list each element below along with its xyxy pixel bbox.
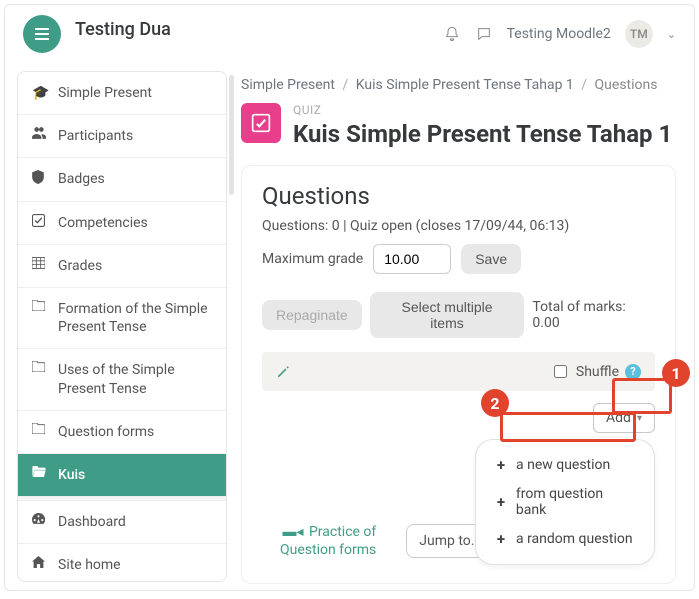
caret-down-icon: ▾ (637, 413, 642, 424)
sidebar-item-label: Uses of the Simple Present Tense (58, 361, 212, 397)
users-icon (32, 127, 48, 139)
drawer-splitter[interactable] (227, 63, 235, 590)
sidebar-item-label: Participants (58, 127, 212, 145)
user-name[interactable]: Testing Moodle2 (507, 26, 611, 42)
quiz-meta: Questions: 0 | Quiz open (closes 17/09/4… (262, 218, 655, 234)
avatar[interactable]: TM (625, 20, 653, 48)
folder-open-icon (32, 466, 48, 477)
sidebar-item-label: Competencies (58, 214, 212, 232)
breadcrumb-current: Questions (595, 77, 658, 93)
sidebar-item-grades[interactable]: Grades (18, 245, 226, 288)
site-name: Testing Dua (75, 19, 171, 40)
sidebar-item-label: Badges (58, 170, 212, 188)
questions-panel: Questions Questions: 0 | Quiz open (clos… (241, 165, 676, 584)
badge-icon (32, 170, 48, 184)
breadcrumb-link[interactable]: Kuis Simple Present Tense Tahap 1 (356, 77, 574, 93)
sidebar-item-label: Formation of the Simple Present Tense (58, 300, 212, 336)
pencil-icon (276, 365, 290, 379)
dd-label: from question bank (516, 486, 636, 518)
sidebar-item-topic[interactable]: Formation of the Simple Present Tense (18, 288, 226, 349)
graduation-cap-icon: 🎓 (32, 84, 48, 102)
add-button-label: Add (606, 410, 631, 426)
user-menu-caret[interactable]: ⌄ (667, 28, 676, 41)
sidebar-item-label: Grades (58, 257, 212, 275)
help-icon[interactable]: ? (625, 364, 641, 380)
total-marks: Total of marks: 0.00 (532, 299, 655, 331)
repaginate-button[interactable]: Repaginate (262, 300, 362, 330)
select-multiple-button[interactable]: Select multiple items (370, 292, 525, 338)
home-icon (32, 556, 48, 568)
panel-heading: Questions (262, 182, 655, 210)
notifications-button[interactable] (443, 25, 461, 43)
hamburger-menu-button[interactable] (23, 15, 61, 53)
page-title: Kuis Simple Present Tense Tahap 1 (293, 119, 672, 149)
jump-label: Jump to... (419, 533, 482, 549)
sidebar-item-label: Dashboard (58, 513, 212, 531)
sidebar: 🎓 Simple Present Participants Badges Comp… (17, 71, 227, 582)
add-new-question-item[interactable]: + a new question (492, 450, 638, 480)
breadcrumb-link[interactable]: Simple Present (241, 77, 335, 93)
sidebar-item-label: Site home (58, 556, 212, 574)
sidebar-item-sitehome[interactable]: Site home (18, 544, 226, 582)
dd-label: a random question (516, 531, 633, 547)
save-button[interactable]: Save (461, 244, 521, 274)
sidebar-item-label: Question forms (58, 423, 212, 441)
sidebar-item-competencies[interactable]: Competencies (18, 202, 226, 245)
sidebar-item-dashboard[interactable]: Dashboard (18, 501, 226, 544)
folder-icon (32, 423, 48, 434)
add-random-question-item[interactable]: + a random question (492, 524, 638, 554)
prev-line2: Question forms (280, 542, 376, 558)
plus-icon: + (494, 493, 508, 511)
plus-icon: + (494, 456, 508, 474)
check-icon (32, 214, 48, 227)
quiz-icon (241, 103, 281, 143)
sidebar-item-participants[interactable]: Participants (18, 115, 226, 158)
sidebar-item-label: Simple Present (58, 84, 212, 102)
add-button[interactable]: Add ▾ (593, 403, 655, 433)
folder-icon (32, 300, 48, 311)
hamburger-icon (35, 28, 49, 40)
module-type-label: QUIZ (293, 103, 672, 117)
shuffle-checkbox[interactable] (554, 365, 567, 378)
sidebar-item-badges[interactable]: Badges (18, 158, 226, 201)
bell-icon (444, 26, 460, 42)
grid-icon (32, 257, 48, 269)
messages-button[interactable] (475, 25, 493, 43)
prev-line1: Practice of (309, 524, 376, 540)
dashboard-icon (32, 513, 48, 525)
add-from-bank-item[interactable]: + from question bank (492, 480, 638, 524)
sidebar-item-label: Kuis (58, 466, 212, 484)
sidebar-item-course[interactable]: 🎓 Simple Present (18, 72, 226, 115)
breadcrumb: Simple Present / Kuis Simple Present Ten… (241, 77, 676, 93)
sidebar-item-kuis[interactable]: Kuis (18, 454, 226, 497)
arrow-left-icon: ▬◂ (282, 524, 303, 540)
edit-page-button[interactable] (276, 365, 290, 379)
add-dropdown: + a new question + from question bank + a r… (475, 439, 655, 565)
maxgrade-label: Maximum grade (262, 251, 363, 267)
shuffle-label: Shuffle (576, 364, 619, 380)
dd-label: a new question (516, 457, 610, 473)
maxgrade-input[interactable] (373, 244, 451, 274)
chat-icon (476, 26, 492, 42)
sidebar-item-topic[interactable]: Question forms (18, 411, 226, 454)
sidebar-item-topic[interactable]: Uses of the Simple Present Tense (18, 349, 226, 410)
prev-activity-link[interactable]: ▬◂ Practice of Question forms (280, 523, 376, 559)
plus-icon: + (494, 530, 508, 548)
folder-icon (32, 361, 48, 372)
